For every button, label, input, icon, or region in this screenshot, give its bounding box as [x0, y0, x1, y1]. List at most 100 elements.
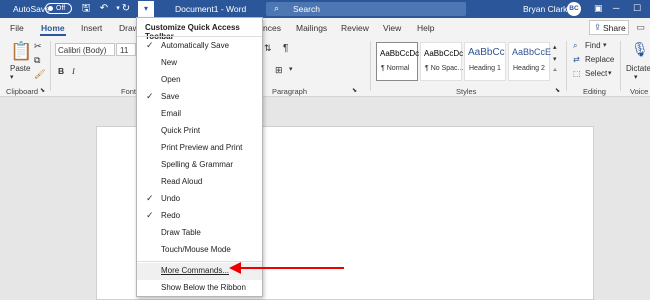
menu-item-read-aloud[interactable]: Read Aloud: [137, 174, 262, 191]
styles-group-label: Styles: [456, 87, 477, 96]
menu-item-email[interactable]: Email: [137, 106, 262, 123]
annotation-arrow-head: [229, 262, 241, 274]
style-normal[interactable]: AaBbCcDc ¶ Normal: [376, 42, 420, 81]
menu-item-print-preview[interactable]: Print Preview and Print: [137, 140, 262, 157]
styles-scroll-down-icon[interactable]: ▾: [553, 55, 557, 63]
styles-more-icon[interactable]: ⩡: [553, 67, 557, 75]
style-preview: AaBbCcDc: [380, 49, 420, 58]
menu-item-label: Read Aloud: [161, 177, 203, 186]
customize-qat-button[interactable]: ▾: [138, 1, 154, 17]
autosave-state: Off: [56, 5, 66, 12]
menu-item-open[interactable]: Open: [137, 72, 262, 89]
menu-item-label: Show Below the Ribbon: [161, 283, 246, 292]
avatar[interactable]: BC: [567, 2, 581, 16]
style-name: Heading 1: [469, 65, 501, 72]
user-name[interactable]: Bryan Clark: [523, 4, 567, 14]
style-no-spacing[interactable]: AaBbCcDc ¶ No Spac...: [420, 42, 464, 81]
customize-qat-menu: Customize Quick Access Toolbar ✓ Automat…: [136, 17, 263, 297]
show-formatting-icon[interactable]: ¶: [283, 43, 288, 54]
menu-divider: [137, 261, 262, 262]
tab-references[interactable]: nces: [263, 23, 281, 33]
style-preview: AaBbCc: [468, 47, 505, 58]
menu-item-new[interactable]: New: [137, 55, 262, 72]
menu-item-save[interactable]: ✓ Save: [137, 89, 262, 106]
search-label: Search: [293, 4, 320, 14]
style-heading-2[interactable]: AaBbCcE Heading 2: [508, 42, 551, 81]
tab-view[interactable]: View: [383, 23, 401, 33]
share-icon: ⇪: [594, 22, 602, 32]
menu-divider: [137, 36, 262, 37]
comments-icon[interactable]: ▭: [633, 20, 648, 35]
autosave-toggle[interactable]: Off: [45, 3, 72, 14]
menu-item-label: More Commands...: [161, 266, 230, 275]
search-box[interactable]: ⌕ Search: [266, 2, 466, 16]
clipboard-launcher-icon[interactable]: ⬊: [40, 87, 45, 94]
styles-scroll-up-icon[interactable]: ▴: [553, 43, 557, 51]
borders-dropdown-icon[interactable]: ▾: [289, 65, 293, 73]
select-dropdown-icon[interactable]: ▾: [608, 69, 612, 77]
tab-file[interactable]: File: [10, 23, 24, 33]
paste-dropdown-icon[interactable]: ▾: [10, 73, 14, 81]
menu-item-more-commands[interactable]: More Commands...: [137, 263, 262, 280]
font-size-select[interactable]: 11: [116, 43, 136, 56]
font-name-value: Calibri (Body): [58, 46, 107, 55]
style-preview: AaBbCcDc: [424, 49, 464, 58]
ribbon-tabs: File Home Insert Draw nces Mailings Revi…: [0, 18, 650, 37]
styles-launcher-icon[interactable]: ⬊: [555, 87, 560, 94]
tab-home[interactable]: Home: [41, 23, 65, 33]
select-button[interactable]: Select: [585, 69, 607, 78]
dictate-dropdown-icon[interactable]: ▾: [634, 73, 638, 81]
paragraph-launcher-icon[interactable]: ⬊: [352, 87, 357, 94]
cut-icon[interactable]: ✂: [34, 41, 42, 52]
microphone-icon[interactable]: 🎙: [631, 41, 649, 58]
minimize-icon[interactable]: ─: [613, 3, 619, 13]
bold-button[interactable]: B: [58, 66, 64, 76]
tab-review[interactable]: Review: [341, 23, 369, 33]
menu-item-show-below-ribbon[interactable]: Show Below the Ribbon: [137, 280, 262, 297]
ribbon-display-icon[interactable]: ▣: [594, 3, 603, 14]
paragraph-group-label: Paragraph: [272, 87, 308, 96]
tab-mailings[interactable]: Mailings: [296, 23, 327, 33]
sort-icon[interactable]: ⇅: [264, 43, 272, 54]
tab-help[interactable]: Help: [417, 23, 434, 33]
check-icon: ✓: [146, 40, 154, 50]
voice-group-label: Voice: [630, 87, 649, 96]
save-icon[interactable]: 🖫: [80, 3, 92, 15]
copy-icon[interactable]: ⧉: [34, 55, 40, 66]
menu-item-redo[interactable]: ✓ Redo: [137, 208, 262, 225]
italic-button[interactable]: I: [72, 66, 75, 76]
menu-item-undo[interactable]: ✓ Undo: [137, 191, 262, 208]
format-painter-icon[interactable]: 🖌: [34, 69, 45, 80]
group-divider: [620, 41, 621, 91]
menu-item-label: Touch/Mouse Mode: [161, 245, 231, 254]
editing-group-label: Editing: [583, 87, 606, 96]
menu-item-quick-print[interactable]: Quick Print: [137, 123, 262, 140]
check-icon: ✓: [146, 91, 154, 101]
dictate-button[interactable]: Dictate: [626, 64, 650, 73]
menu-item-draw-table[interactable]: Draw Table: [137, 225, 262, 242]
check-icon: ✓: [146, 210, 154, 220]
replace-button[interactable]: Replace: [585, 55, 614, 64]
borders-icon[interactable]: ⊞: [275, 65, 283, 76]
group-divider: [370, 41, 371, 91]
paste-icon[interactable]: 📋: [10, 41, 32, 62]
menu-item-automatically-save[interactable]: ✓ Automatically Save: [137, 38, 262, 55]
undo-icon[interactable]: ↶: [98, 3, 110, 15]
ribbon: 📋 Paste ▾ ✂ ⧉ 🖌 Clipboard ⬊ Calibri (Bod…: [0, 37, 650, 97]
paste-label[interactable]: Paste: [10, 64, 30, 73]
find-dropdown-icon[interactable]: ▾: [603, 41, 607, 49]
select-icon: ⬚: [573, 69, 581, 78]
menu-item-spelling-grammar[interactable]: Spelling & Grammar: [137, 157, 262, 174]
menu-item-touch-mouse-mode[interactable]: Touch/Mouse Mode: [137, 242, 262, 259]
font-name-select[interactable]: Calibri (Body): [55, 43, 115, 56]
share-button[interactable]: ⇪ Share: [589, 20, 629, 35]
maximize-icon[interactable]: ☐: [633, 3, 641, 14]
redo-icon[interactable]: ↻: [120, 3, 132, 15]
font-group-label: Font: [121, 87, 137, 96]
find-button[interactable]: Find: [585, 41, 601, 50]
toggle-knob: [48, 6, 53, 11]
menu-item-label: Open: [161, 75, 181, 84]
font-size-value: 11: [120, 46, 129, 55]
tab-insert[interactable]: Insert: [81, 23, 102, 33]
style-heading-1[interactable]: AaBbCc Heading 1: [464, 42, 506, 81]
